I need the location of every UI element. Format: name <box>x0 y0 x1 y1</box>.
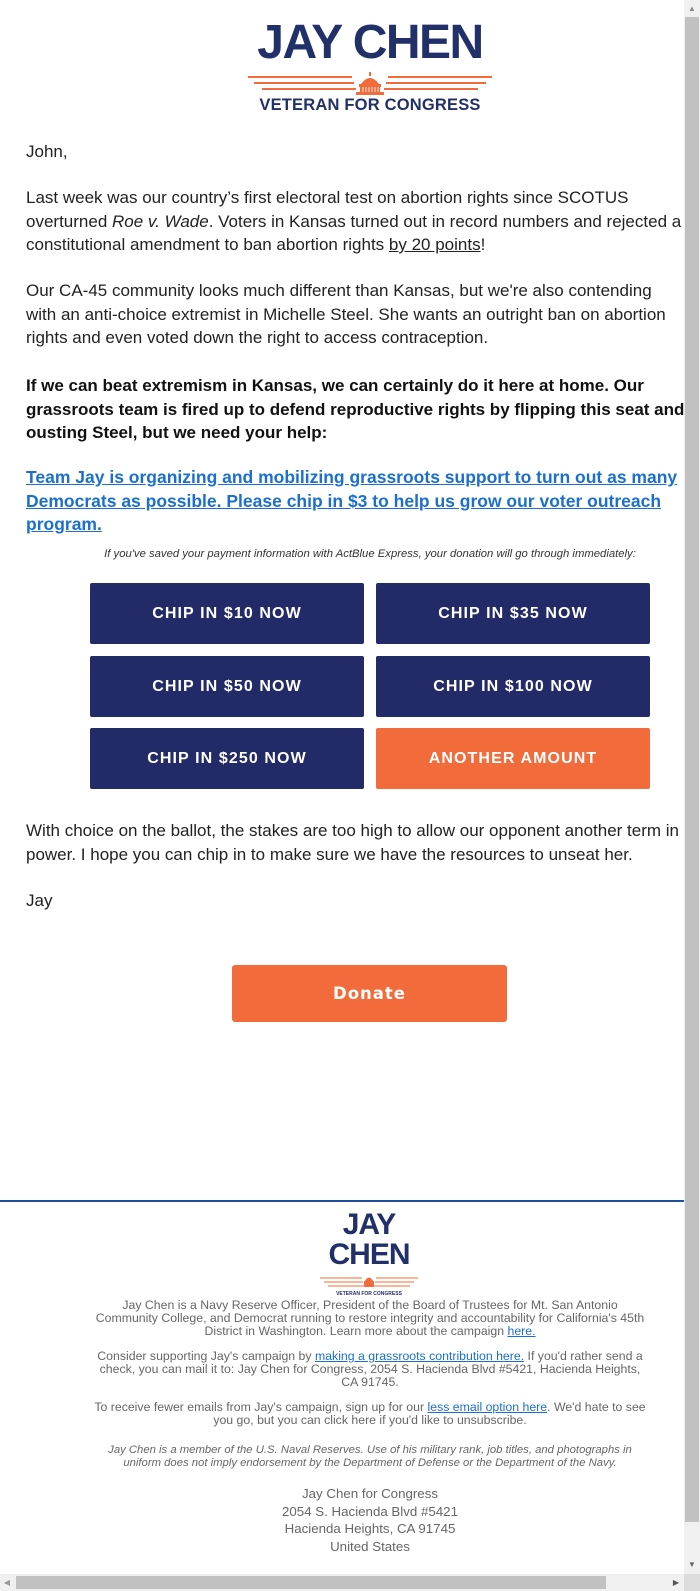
text-span: If you'd rather send a <box>524 1349 643 1363</box>
footer-support: Consider supporting Jay's campaign by ma… <box>70 1349 670 1390</box>
text-line: Our CA-45 community looks much different… <box>26 281 652 300</box>
text-line: ousting Steel, but we need your help: <box>26 423 328 442</box>
email-viewport: JAY CHEN VETERAN FOR CONGRESS John, Last… <box>0 0 684 1574</box>
footer-disclaimer: Jay Chen is a member of the U.S. Naval R… <box>70 1444 670 1470</box>
text-span: constitutional amendment to ban abortion… <box>26 235 389 254</box>
footer-divider <box>0 1200 684 1202</box>
footer-logo-subtitle: VETERAN FOR CONGRESS <box>336 1291 402 1297</box>
text-line: District in Washington. Learn more about… <box>70 1325 670 1338</box>
vertical-scrollbar[interactable]: ▲ ▼ <box>684 0 700 1574</box>
grassroots-contribution-link[interactable]: making a grassroots contribution here. <box>315 1349 524 1363</box>
text-line: constitutional amendment to ban abortion… <box>26 233 684 257</box>
actblue-express-note: If you've saved your payment information… <box>104 548 636 560</box>
text-line: program. <box>26 513 684 537</box>
horizontal-scroll-thumb[interactable] <box>16 1576 606 1589</box>
scroll-left-arrow-icon[interactable]: ◀ <box>0 1574 14 1591</box>
learn-more-here-link[interactable]: here. <box>508 1324 536 1338</box>
chip-in-3-link[interactable]: program. <box>26 514 102 534</box>
scroll-right-arrow-icon[interactable]: ▶ <box>668 1574 684 1591</box>
paragraph-intro: Last week was our country’s first electo… <box>26 186 684 257</box>
chip-in-3-link[interactable]: Democrats as possible. Please chip in $3… <box>26 491 661 511</box>
text-line: Last week was our country’s first electo… <box>26 188 629 207</box>
address-line: Jay Chen for Congress <box>302 1486 438 1501</box>
signature: Jay <box>26 891 53 910</box>
capitol-dome-icon <box>248 72 492 95</box>
another-amount-button[interactable]: ANOTHER AMOUNT <box>376 728 650 789</box>
greeting: John, <box>26 142 68 161</box>
header-logo: JAY CHEN VETERAN FOR CONGRESS <box>246 18 494 118</box>
text-line: Democrats as possible. Please chip in $3… <box>26 490 684 514</box>
chip-in-35-button[interactable]: CHIP IN $35 NOW <box>376 583 650 644</box>
chip-in-50-button[interactable]: CHIP IN $50 NOW <box>90 656 364 717</box>
text-span: District in Washington. Learn more about… <box>204 1324 508 1339</box>
text-line: Team Jay is organizing and mobilizing gr… <box>26 466 684 490</box>
text-line: power. I hope you can chip in to make su… <box>26 844 633 864</box>
chip-in-3-link[interactable]: Team Jay is organizing and mobilizing gr… <box>26 467 677 487</box>
logo-subtitle: VETERAN FOR CONGRESS <box>259 96 481 114</box>
paragraph-closing: With choice on the ballot, the stakes ar… <box>26 819 684 866</box>
text-line: rights and even voted down the right to … <box>26 328 489 347</box>
text-span: . We'd hate to see <box>547 1400 646 1414</box>
footer-logo-line: CHEN <box>328 1238 410 1271</box>
text-line: with an anti-choice extremist in Michell… <box>26 304 666 324</box>
text-span: overturned <box>26 211 112 231</box>
paragraph-ca45: Our CA-45 community looks much different… <box>26 279 684 350</box>
text-span: Consider supporting Jay's campaign by <box>97 1349 315 1363</box>
footer-fewer-emails: To receive fewer emails from Jay's campa… <box>70 1400 670 1427</box>
chip-in-100-button[interactable]: CHIP IN $100 NOW <box>376 656 650 717</box>
capitol-dome-icon <box>320 1277 418 1287</box>
address-line: United States <box>330 1538 410 1554</box>
text-line: With choice on the ballot, the stakes ar… <box>26 821 680 840</box>
footer-logo-title: JAY CHEN <box>310 1210 428 1270</box>
text-line: Jay Chen is a member of the U.S. Naval R… <box>108 1444 632 1456</box>
paragraph-bold-appeal: If we can beat extremism in Kansas, we c… <box>26 374 684 445</box>
logo-title: JAY CHEN <box>257 16 484 69</box>
donate-button[interactable]: Donate <box>232 965 507 1022</box>
footer-bio: Jay Chen is a Navy Reserve Officer, Pres… <box>70 1298 670 1339</box>
footer-logo: JAY CHEN VETERAN FOR CONGRESS <box>310 1210 428 1300</box>
less-email-option-link[interactable]: less email option here <box>428 1400 548 1414</box>
chip-in-3-link-paragraph: Team Jay is organizing and mobilizing gr… <box>26 466 684 537</box>
address-line: Hacienda Heights, CA 91745 <box>284 1521 456 1536</box>
text-span: ! <box>480 235 486 254</box>
unsubscribe-text[interactable]: you go, but you can click here if you'd … <box>70 1414 670 1427</box>
chip-in-10-button[interactable]: CHIP IN $10 NOW <box>90 583 364 644</box>
roe-v-wade: Roe v. Wade <box>112 211 209 231</box>
footer-address: Jay Chen for Congress 2054 S. Hacienda B… <box>220 1485 520 1555</box>
scroll-up-arrow-icon[interactable]: ▲ <box>684 0 700 16</box>
scroll-down-arrow-icon[interactable]: ▼ <box>684 1556 700 1572</box>
footer-logo-line: JAY <box>342 1208 397 1241</box>
text-line: If we can beat extremism in Kansas, we c… <box>26 376 644 395</box>
horizontal-scrollbar[interactable]: ◀ ▶ <box>0 1574 684 1591</box>
text-span: To receive fewer emails from Jay's campa… <box>94 1400 428 1414</box>
address-line: 2054 S. Hacienda Blvd #5421 <box>282 1503 458 1519</box>
text-line: CA 91745. <box>341 1375 399 1390</box>
text-line: uniform does not imply endorsement by th… <box>123 1457 617 1470</box>
text-line: overturned Roe v. Wade. Voters in Kansas… <box>26 210 684 234</box>
by-20-points-link[interactable]: by 20 points <box>389 235 481 254</box>
vertical-scroll-thumb[interactable] <box>685 17 699 1522</box>
chip-in-250-button[interactable]: CHIP IN $250 NOW <box>90 728 364 789</box>
text-span: . Voters in Kansas turned out in record … <box>208 211 682 231</box>
text-line: grassroots team is fired up to defend re… <box>26 399 684 419</box>
scrollbar-corner <box>684 1574 700 1591</box>
